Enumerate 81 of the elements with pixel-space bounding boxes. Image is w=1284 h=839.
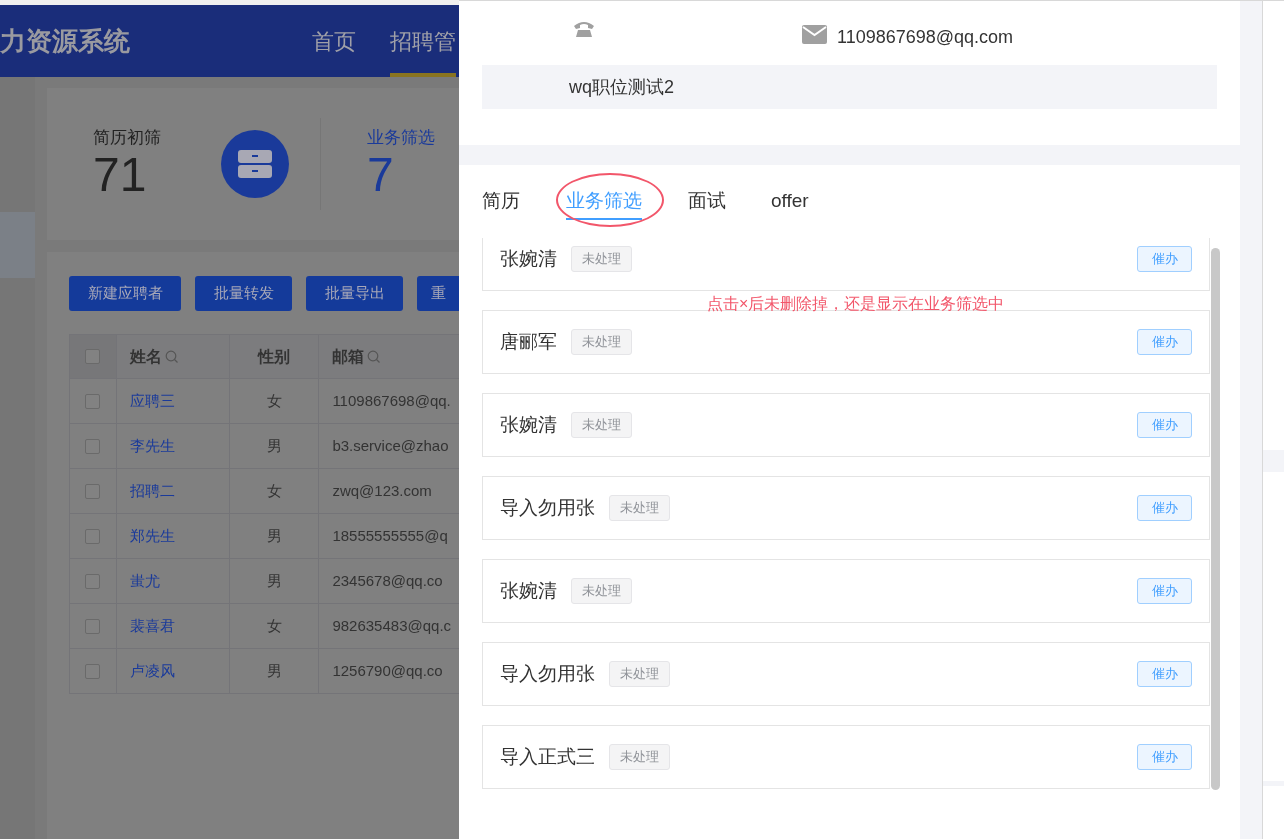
name-link[interactable]: 蚩尤 [129, 569, 160, 593]
urge-button[interactable]: 催办 [1137, 329, 1192, 355]
urge-button[interactable]: 催办 [1137, 412, 1192, 438]
status-badge: 未处理 [571, 578, 632, 604]
toolbar-button[interactable]: 批量导出 [306, 276, 403, 311]
column-label: 邮箱 [332, 346, 365, 367]
candidate-name: 导入正式三 [500, 744, 595, 769]
candidate-name: 张婉清 [500, 246, 557, 271]
table-cell-text: 1109867698@qq. [332, 390, 451, 411]
checkbox[interactable] [85, 393, 101, 409]
urge-button[interactable]: 催办 [1137, 661, 1192, 687]
cabinet-icon [221, 130, 289, 198]
urge-button[interactable]: 催办 [1137, 495, 1192, 521]
status-badge: 未处理 [609, 495, 670, 521]
status-badge: 未处理 [571, 246, 632, 272]
toolbar-button[interactable]: 批量转发 [195, 276, 292, 311]
app-title: 力资源系统 [0, 24, 130, 58]
nav-tab[interactable]: 首页 [312, 5, 356, 77]
urge-button[interactable]: 催办 [1137, 578, 1192, 604]
checkbox[interactable] [85, 618, 101, 634]
name-link[interactable]: 应聘三 [129, 389, 175, 413]
urge-button[interactable]: 催办 [1137, 744, 1192, 770]
table-cell-text: 男 [266, 435, 282, 456]
candidate-card[interactable]: 张婉清 未处理 催办 [482, 559, 1210, 623]
candidate-card[interactable]: 导入勿用张 未处理 催办 [482, 642, 1210, 706]
candidate-name: 导入勿用张 [500, 661, 595, 686]
toolbar-button[interactable]: 新建应聘者 [69, 276, 181, 311]
search-icon[interactable] [367, 350, 381, 363]
column-label: 性别 [258, 346, 290, 367]
table-cell-text: 男 [266, 525, 282, 546]
name-link[interactable]: 裴喜君 [129, 614, 175, 638]
candidate-card[interactable]: 导入正式三 未处理 催办 [482, 725, 1210, 789]
tab[interactable]: 简历 [482, 187, 520, 220]
toolbar-button[interactable]: 重 [417, 276, 459, 311]
candidate-card[interactable]: 张婉清 未处理 催办 [482, 393, 1210, 457]
mail-icon [802, 25, 827, 44]
status-badge: 未处理 [609, 744, 670, 770]
candidate-name: 张婉清 [500, 412, 557, 437]
table-cell-text: 男 [266, 570, 282, 591]
name-link[interactable]: 招聘二 [129, 479, 175, 503]
checkbox[interactable] [85, 438, 101, 454]
tab[interactable]: offer [771, 187, 809, 220]
search-icon[interactable] [164, 350, 178, 363]
checkbox[interactable] [85, 663, 101, 679]
candidate-name: 导入勿用张 [500, 495, 595, 520]
urge-button[interactable]: 催办 [1137, 246, 1192, 272]
tab[interactable]: 面试 [688, 187, 726, 220]
name-link[interactable]: 卢凌风 [129, 659, 175, 683]
stat-value: 7 [367, 149, 395, 201]
table-cell-text: 女 [266, 390, 282, 411]
table-cell-text: 女 [266, 480, 282, 501]
table-cell-text: zwq@123.com [332, 480, 432, 501]
table-cell-text: 2345678@qq.co [332, 570, 443, 591]
checkbox[interactable] [85, 349, 101, 364]
tab[interactable]: 业务筛选 [566, 187, 642, 220]
stat-label[interactable]: 业务筛选 [367, 127, 435, 149]
status-badge: 未处理 [571, 412, 632, 438]
table-cell-text: 1256790@qq.co [332, 660, 443, 681]
stat-label[interactable]: 简历初筛 [93, 127, 161, 149]
candidate-card[interactable]: 张婉清 未处理 催办 [482, 238, 1210, 291]
table-cell-text: 男 [266, 660, 282, 681]
stat-value: 71 [93, 149, 148, 201]
email-text: 1109867698@qq.com [837, 26, 1014, 49]
name-link[interactable]: 郑先生 [129, 524, 175, 548]
table-cell-text: 18555555555@q [332, 525, 448, 546]
table-cell-text: b3.service@zhao [332, 435, 449, 456]
candidate-card[interactable]: 导入勿用张 未处理 催办 [482, 476, 1210, 540]
column-label: 姓名 [129, 346, 162, 367]
checkbox[interactable] [85, 528, 101, 544]
position-text: wq职位测试2 [569, 75, 675, 99]
status-badge: 未处理 [571, 329, 632, 355]
table-cell-text: 982635483@qq.c [332, 615, 452, 636]
candidate-name: 唐郦军 [500, 329, 557, 354]
checkbox[interactable] [85, 573, 101, 589]
telephone-icon [573, 20, 595, 38]
status-badge: 未处理 [609, 661, 670, 687]
checkbox[interactable] [85, 483, 101, 499]
candidate-name: 张婉清 [500, 578, 557, 603]
name-link[interactable]: 李先生 [129, 434, 175, 458]
table-cell-text: 女 [266, 615, 282, 636]
scrollbar[interactable] [1211, 248, 1220, 790]
